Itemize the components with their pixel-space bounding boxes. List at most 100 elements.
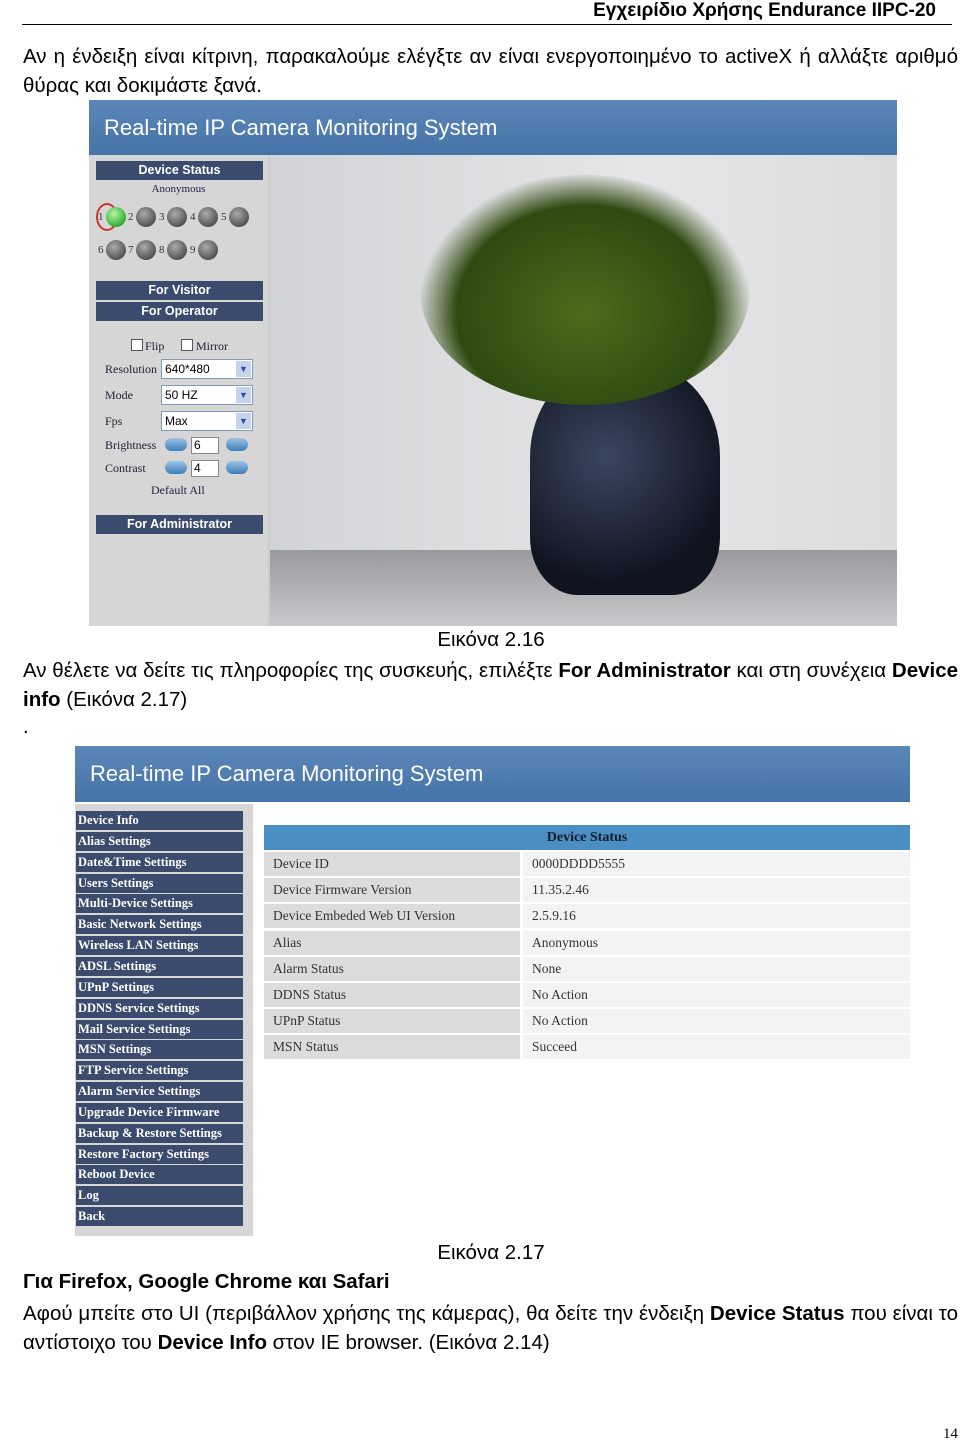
camera-status-led[interactable] [106, 207, 126, 227]
camera-number: 3 [159, 211, 165, 223]
field-label: MSN Status [264, 1035, 520, 1060]
fps-label: Fps [105, 414, 123, 428]
flip-label: Flip [145, 339, 165, 353]
for-administrator-button[interactable]: For Administrator [96, 515, 263, 534]
mode-label: Mode [105, 388, 133, 402]
for-operator-button[interactable]: For Operator [96, 302, 263, 321]
bold-text: Device Status [709, 1302, 845, 1325]
table-row: Device Firmware Version 11.35.2.46 [264, 878, 910, 903]
camera-number: 9 [190, 244, 196, 256]
camera-status-led[interactable] [136, 207, 156, 227]
menu-item[interactable]: Device Info [76, 811, 243, 830]
mode-value: 50 HZ [165, 388, 198, 402]
screenshot-2-16: Real-time IP Camera Monitoring System De… [89, 100, 897, 626]
menu-item[interactable]: Back [76, 1207, 243, 1227]
field-label: Device ID [264, 852, 520, 876]
for-visitor-button[interactable]: For Visitor [96, 281, 263, 300]
menu-item[interactable]: Backup & Restore Settings [76, 1123, 243, 1143]
field-label: DDNS Status [264, 983, 520, 1007]
menu-item[interactable]: FTP Service Settings [76, 1061, 243, 1081]
field-label: Device Embeded Web UI Version [264, 904, 520, 929]
header-rule [22, 24, 952, 25]
paragraph-2: Αν θέλετε να δείτε τις πληροφορίες της σ… [23, 656, 958, 714]
field-label: Alarm Status [264, 956, 520, 981]
field-value: No Action [523, 983, 910, 1007]
menu-item[interactable]: Wireless LAN Settings [76, 936, 243, 956]
field-value: None [523, 956, 910, 981]
brightness-decrease-button[interactable] [226, 438, 248, 451]
menu-item[interactable]: Mail Service Settings [76, 1019, 243, 1039]
fps-value: Max [165, 414, 188, 428]
table-row: Device Embeded Web UI Version 2.5.9.16 [264, 904, 910, 929]
camera-status-led[interactable] [106, 240, 126, 260]
menu-item[interactable]: Date&Time Settings [76, 852, 243, 872]
menu-item[interactable]: Alarm Service Settings [76, 1082, 243, 1102]
camera-status-led[interactable] [229, 207, 249, 227]
brightness-label: Brightness [105, 438, 157, 452]
menu-item[interactable]: Log [76, 1186, 243, 1206]
camera-status-led[interactable] [198, 207, 218, 227]
camera-number: 8 [159, 244, 165, 256]
contrast-increase-button[interactable] [165, 461, 187, 474]
mirror-label: Mirror [196, 339, 228, 353]
mirror-checkbox[interactable] [181, 339, 193, 351]
mode-select[interactable]: 50 HZ ▼ [161, 385, 253, 405]
device-status-table: Device Status Device ID 0000DDDD5555 Devic… [264, 825, 910, 1065]
camera-number: 5 [221, 211, 227, 223]
table-row: MSN Status Succeed [264, 1035, 910, 1060]
camera-status-led[interactable] [136, 240, 156, 260]
table-header: Device Status [264, 825, 910, 850]
resolution-value: 640*480 [165, 362, 210, 376]
text: Αφού μπείτε στο UI (περιβάλλον χρήσης τη… [23, 1302, 710, 1325]
camera-number: 6 [98, 244, 104, 256]
field-label: Device Firmware Version [264, 878, 520, 903]
field-label: Alias [264, 930, 520, 955]
table-row: Alias Anonymous [264, 930, 910, 955]
menu-item[interactable]: Users Settings [76, 873, 243, 893]
plant-leaves [420, 175, 750, 405]
menu-item[interactable]: Upgrade Device Firmware [76, 1102, 243, 1122]
table-row: UPnP Status No Action [264, 1009, 910, 1034]
control-panel: Device Status Anonymous 1 2 3 4 5 6 7 8 9 For Vi… [89, 155, 268, 626]
field-value: No Action [523, 1009, 910, 1034]
menu-item[interactable]: Restore Factory Settings [76, 1144, 243, 1164]
text: Αν θέλετε να δείτε τις πληροφορίες της σ… [23, 659, 559, 682]
camera-status-led[interactable] [167, 240, 187, 260]
menu-item[interactable]: Reboot Device [76, 1165, 243, 1185]
field-label: UPnP Status [264, 1009, 520, 1034]
bold-text: For Administrator [558, 659, 731, 682]
paragraph-1: Αν η ένδειξη είναι κίτρινη, παρακαλούμε … [23, 45, 958, 97]
chevron-down-icon: ▼ [236, 361, 251, 377]
resolution-select[interactable]: 640*480 ▼ [161, 359, 253, 379]
menu-item[interactable]: ADSL Settings [76, 956, 243, 976]
paragraph-3: Αφού μπείτε στο UI (περιβάλλον χρήσης τη… [23, 1299, 958, 1357]
contrast-decrease-button[interactable] [226, 461, 248, 474]
menu-item[interactable]: UPnP Settings [76, 977, 243, 997]
default-all-link[interactable]: Default All [151, 483, 205, 498]
menu-item[interactable]: MSN Settings [76, 1040, 243, 1060]
camera-status-led[interactable] [198, 240, 218, 260]
camera-video-feed [270, 155, 897, 626]
brightness-increase-button[interactable] [165, 438, 187, 451]
camera-number: 1 [98, 211, 104, 223]
running-header: Εγχειρίδιο Χρήσης Endurance IIPC-20 [593, 0, 936, 21]
menu-item[interactable]: Alias Settings [76, 831, 243, 851]
figure-caption-2-16: Εικόνα 2.16 [437, 628, 545, 651]
chevron-down-icon: ▼ [236, 413, 251, 429]
contrast-value[interactable]: 4 [191, 460, 219, 477]
field-value: 11.35.2.46 [523, 878, 910, 903]
flip-checkbox[interactable] [131, 339, 143, 351]
camera-status-led[interactable] [167, 207, 187, 227]
resolution-label: Resolution [105, 362, 158, 376]
menu-item[interactable]: Basic Network Settings [76, 915, 243, 935]
table-row: Device ID 0000DDDD5555 [264, 852, 910, 876]
camera-number: 2 [128, 211, 134, 223]
stray-period: . [23, 716, 29, 738]
field-value: Succeed [523, 1035, 910, 1060]
brightness-value[interactable]: 6 [191, 437, 219, 454]
text: και στη συνέχεια [730, 659, 892, 682]
text: στον IE browser. (Εικόνα 2.14) [266, 1331, 550, 1354]
menu-item[interactable]: DDNS Service Settings [76, 998, 243, 1018]
fps-select[interactable]: Max ▼ [161, 411, 253, 431]
menu-item[interactable]: Multi-Device Settings [76, 894, 243, 914]
